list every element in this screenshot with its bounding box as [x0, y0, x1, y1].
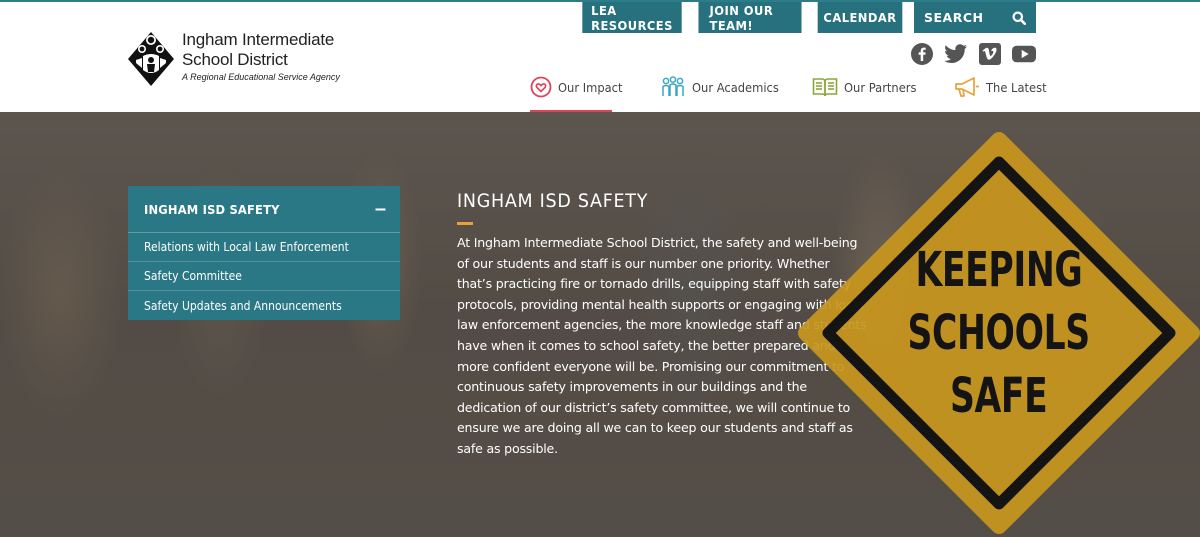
- side-menu-title: INGHAM ISD SAFETY: [144, 201, 280, 217]
- facebook-icon[interactable]: [910, 42, 934, 66]
- social-links: [910, 42, 1036, 66]
- vimeo-icon[interactable]: [978, 42, 1002, 66]
- logo-line-2: School District: [182, 50, 288, 69]
- youtube-icon[interactable]: [1012, 42, 1036, 66]
- section-side-menu: INGHAM ISD SAFETY – Relations with Local…: [128, 186, 400, 320]
- join-our-team-button[interactable]: JOIN OUR TEAM!: [698, 2, 802, 33]
- heart-circle-icon: [530, 76, 552, 98]
- side-link-label: Safety Committee: [144, 269, 242, 283]
- hero-section: INGHAM ISD SAFETY – Relations with Local…: [0, 112, 1200, 537]
- site-logo[interactable]: Ingham Intermediate School District A Re…: [126, 30, 340, 88]
- people-group-icon: [662, 76, 684, 96]
- collapse-toggle-icon[interactable]: –: [375, 199, 386, 219]
- calendar-button[interactable]: CALENDAR: [817, 2, 903, 33]
- search-icon[interactable]: [1012, 11, 1026, 25]
- main-nav: Our Impact Our Academics Our Partners Th…: [530, 74, 1054, 114]
- logo-line-1: Ingham Intermediate: [182, 30, 335, 49]
- lea-resources-button[interactable]: LEA RESOURCES: [582, 2, 682, 33]
- side-link-label: Safety Updates and Announcements: [144, 298, 342, 313]
- nav-our-academics[interactable]: Our Academics: [660, 74, 812, 114]
- nav-our-partners-label: Our Partners: [844, 79, 917, 95]
- nav-our-academics-label: Our Academics: [692, 79, 779, 95]
- utility-nav: LEA RESOURCES JOIN OUR TEAM! CALENDAR: [578, 2, 1036, 33]
- isd-figure-logo-icon: [128, 32, 174, 86]
- search-input[interactable]: [924, 10, 1004, 25]
- megaphone-icon: [955, 77, 979, 97]
- sign-line-1: KEEPING: [915, 241, 1083, 298]
- sign-line-3: SAFE: [950, 367, 1048, 424]
- title-underline: [457, 222, 473, 225]
- twitter-icon[interactable]: [944, 42, 968, 66]
- logo-tagline: A Regional Educational Service Agency: [182, 72, 340, 82]
- site-header: Ingham Intermediate School District A Re…: [0, 0, 1200, 114]
- side-link-safety-committee[interactable]: Safety Committee: [128, 262, 400, 291]
- nav-the-latest-label: The Latest: [986, 79, 1047, 95]
- open-book-icon: [812, 78, 838, 97]
- side-link-safety-updates[interactable]: Safety Updates and Announcements: [128, 291, 400, 320]
- side-link-label: Relations with Local Law Enforcement: [144, 240, 349, 254]
- nav-our-partners[interactable]: Our Partners: [812, 74, 954, 114]
- nav-our-impact[interactable]: Our Impact: [530, 74, 660, 114]
- side-menu-header[interactable]: INGHAM ISD SAFETY –: [128, 186, 400, 233]
- keeping-schools-safe-sign: KEEPING SCHOOLS SAFE: [798, 132, 1200, 534]
- side-link-law-enforcement[interactable]: Relations with Local Law Enforcement: [128, 233, 400, 262]
- sign-line-2: SCHOOLS: [907, 304, 1091, 361]
- nav-our-impact-label: Our Impact: [558, 79, 623, 95]
- search-box[interactable]: [914, 2, 1036, 33]
- nav-the-latest[interactable]: The Latest: [954, 74, 1054, 114]
- page-title: INGHAM ISD SAFETY: [457, 190, 649, 212]
